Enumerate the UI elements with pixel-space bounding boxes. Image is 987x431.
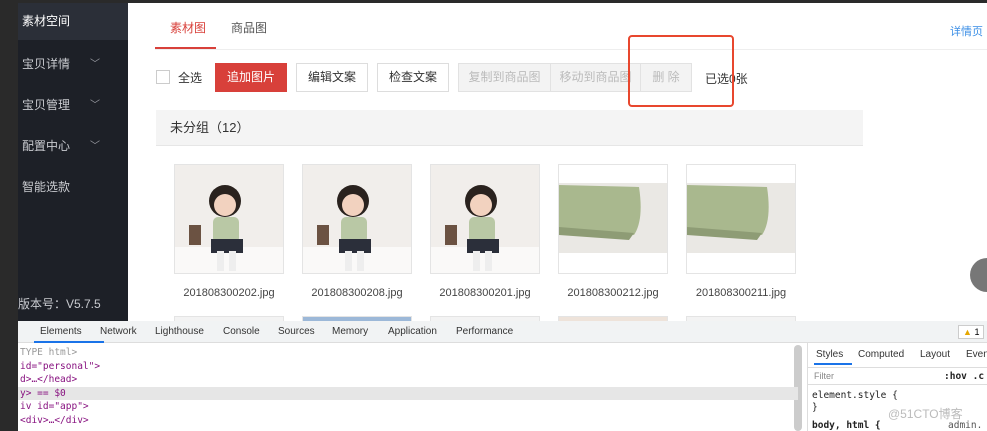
tab-product[interactable]: 商品图 (231, 19, 267, 36)
sidebar-item-label: 宝贝详情 (22, 57, 71, 71)
watermark: @51CTO博客 (888, 407, 963, 421)
hov-toggle[interactable]: :hov .c (944, 371, 984, 382)
tabs-divider (155, 49, 987, 50)
styles-filter-input[interactable]: Filter (814, 371, 834, 381)
sidebar-item-label: 素材空间 (22, 14, 71, 28)
check-copy-button[interactable]: 检查文案 (377, 63, 449, 92)
group-header: 未分组（12） (156, 110, 863, 146)
tab-computed[interactable]: Computed (858, 349, 904, 360)
warning-count: 1 (974, 327, 980, 337)
detail-page-link[interactable]: 详情页 (950, 23, 983, 39)
copy-to-product-button[interactable]: 复制到商品图 (458, 63, 551, 92)
devtools-tab-console[interactable]: Console (223, 326, 260, 337)
dom-node[interactable]: y> == $0 (18, 386, 798, 400)
image-filename: 201808300212.jpg (567, 287, 659, 299)
sidebar-item-product-detail[interactable]: 宝贝详情 ﹀ (18, 46, 128, 83)
sidebar-item-label: 智能选款 (22, 180, 71, 194)
active-tab-indicator (155, 47, 216, 49)
main-content: 素材图 商品图 详情页 全选 追加图片 编辑文案 检查文案 复制到商品图 移动到… (128, 3, 987, 321)
fabric-photo (687, 165, 795, 273)
sidebar-item-label: 宝贝管理 (22, 98, 71, 112)
image-thumbnail[interactable] (302, 164, 412, 274)
child-photo (431, 165, 539, 273)
dom-node[interactable]: <div>…</div> (18, 414, 798, 427)
tab-material[interactable]: 素材图 (170, 19, 206, 36)
fabric-photo (559, 165, 667, 273)
sidebar-item-material-space[interactable]: 素材空间 (18, 3, 128, 40)
styles-pane: Styles Computed Layout Even Filter :hov … (807, 343, 987, 431)
select-all-checkbox[interactable] (156, 70, 170, 84)
devtools-tab-network[interactable]: Network (100, 326, 137, 337)
child-photo (175, 165, 283, 273)
chevron-down-icon: ﹀ (90, 100, 100, 111)
tab-layout[interactable]: Layout (920, 349, 950, 360)
dom-node[interactable]: iv id="app"> (18, 400, 798, 413)
devtools-tab-performance[interactable]: Performance (456, 326, 513, 337)
select-all-label: 全选 (178, 71, 203, 85)
devtools-tab-elements[interactable]: Elements (40, 326, 82, 337)
devtools-tab-sources[interactable]: Sources (278, 326, 315, 337)
sidebar-item-product-manage[interactable]: 宝贝管理 ﹀ (18, 87, 128, 124)
annotation-highlight-box (628, 35, 734, 107)
css-rule: element.style { (812, 390, 898, 401)
devtools-panel: ▲ 1 Styles Computed Layout Even Filter :… (18, 321, 987, 431)
warning-icon: ▲ (963, 327, 972, 337)
chevron-down-icon: ﹀ (90, 59, 100, 70)
image-thumbnail[interactable] (430, 164, 540, 274)
devtools-tab-application[interactable]: Application (388, 326, 437, 337)
image-thumbnail[interactable] (686, 164, 796, 274)
css-rule-end: } (812, 402, 818, 413)
dom-node[interactable]: d>…</head> (18, 373, 798, 386)
image-filename: 201808300211.jpg (695, 287, 787, 299)
sidebar-item-label: 配置中心 (22, 139, 71, 153)
image-filename: 201808300202.jpg (183, 287, 275, 299)
tab-event-listeners[interactable]: Even (966, 349, 987, 360)
version-label: 版本号：V5.7.5 (18, 297, 101, 311)
child-photo (303, 165, 411, 273)
devtools-tab-lighthouse[interactable]: Lighthouse (155, 326, 204, 337)
active-tab-indicator (34, 341, 104, 343)
add-image-button[interactable]: 追加图片 (215, 63, 287, 92)
image-filename: 201808300201.jpg (439, 287, 531, 299)
warning-badge[interactable]: ▲ 1 (958, 325, 985, 339)
sidebar: 素材空间 宝贝详情 ﹀ 宝贝管理 ﹀ 配置中心 ﹀ 智能选款 版本号：V5.7.5 (18, 3, 128, 321)
css-rule: body, html { (812, 420, 881, 431)
active-tab-indicator (814, 363, 852, 365)
image-thumbnail[interactable] (174, 164, 284, 274)
sidebar-item-smart-select[interactable]: 智能选款 (18, 169, 128, 206)
dom-node[interactable]: TYPE html> (18, 346, 798, 359)
tab-styles[interactable]: Styles (816, 349, 843, 360)
image-thumbnail[interactable] (558, 164, 668, 274)
back-to-top-button[interactable] (970, 258, 987, 292)
devtools-tab-memory[interactable]: Memory (332, 326, 368, 337)
sidebar-item-config[interactable]: 配置中心 ﹀ (18, 128, 128, 165)
image-filename: 201808300208.jpg (311, 287, 403, 299)
dom-node[interactable]: id="personal"> (18, 360, 798, 373)
chevron-down-icon: ﹀ (90, 141, 100, 152)
edit-copy-button[interactable]: 编辑文案 (296, 63, 368, 92)
